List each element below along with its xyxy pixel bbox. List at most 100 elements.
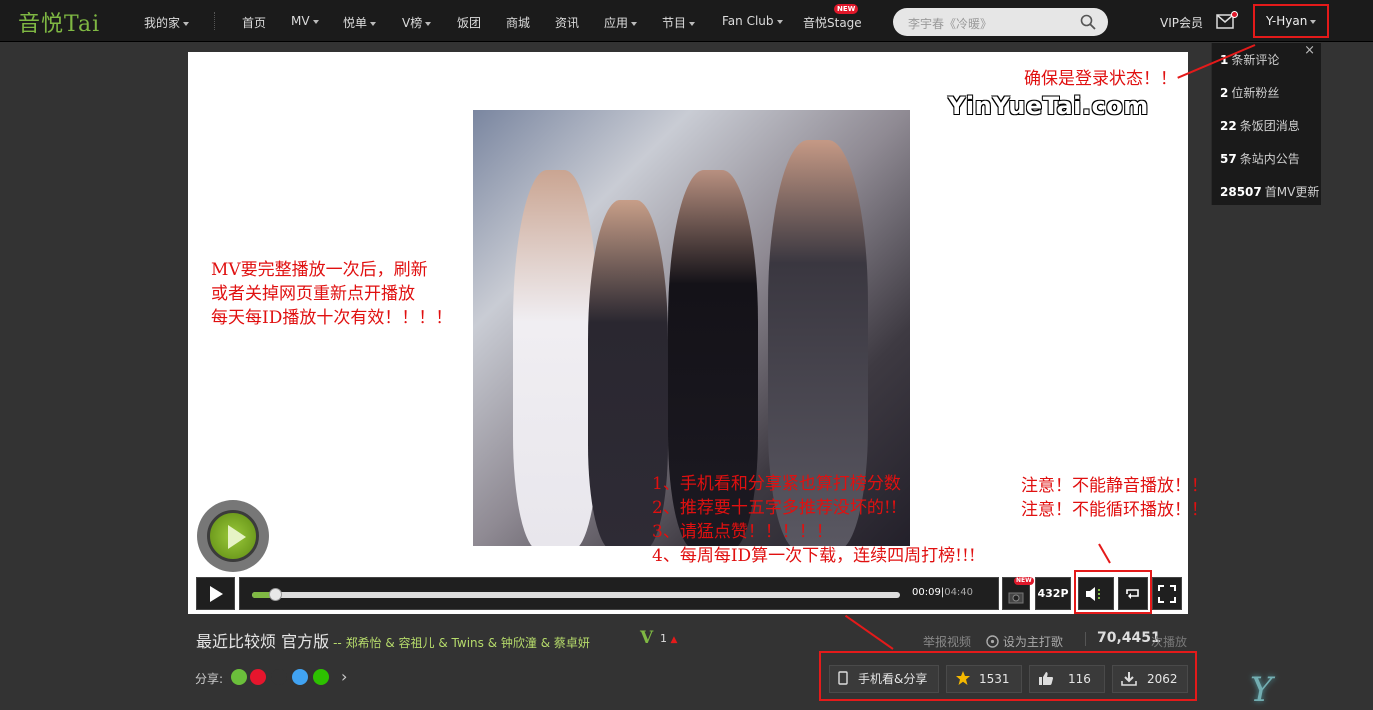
site-logo[interactable]: 音悦Tai	[18, 6, 100, 38]
favorite-count: 1531	[979, 672, 1010, 686]
download-button[interactable]: 2062	[1112, 665, 1188, 693]
time-display: 00:09|04:40	[912, 587, 974, 598]
nav-item-label: 首页	[242, 16, 267, 30]
search-input[interactable]: 李宇春《冷暖》	[893, 8, 1108, 36]
annotation-line: 4、每周每ID算一次下载，连续四周打榜!!!	[652, 546, 976, 566]
annotation-line: 或者关掉网页重新点开播放	[211, 284, 415, 304]
chevron-down-icon	[370, 21, 377, 26]
like-button[interactable]: 116	[1029, 665, 1105, 693]
share-qzone-icon[interactable]	[292, 669, 308, 685]
nav-item-label: 商城	[506, 16, 531, 30]
notification-text: 条站内公告	[1239, 152, 1300, 166]
nav-item-label: 音悦Stage	[803, 16, 862, 30]
share-miliao-icon[interactable]	[231, 669, 247, 685]
nav-item[interactable]: 应用	[604, 14, 638, 31]
play-icon	[228, 525, 246, 549]
star-icon	[956, 671, 970, 685]
chevron-down-icon	[312, 19, 319, 24]
nav-item[interactable]: V榜	[402, 14, 432, 31]
search-placeholder: 李宇春《冷暖》	[908, 17, 993, 31]
search-icon[interactable]	[1080, 14, 1096, 30]
v-rank-badge[interactable]: V	[640, 628, 653, 648]
report-video-link[interactable]: 举报视频	[923, 633, 971, 650]
nav-item[interactable]: 首页	[242, 14, 266, 31]
play-count-label: 次播放	[1151, 635, 1188, 649]
nav-item[interactable]: 商城	[506, 14, 530, 31]
share-more-button[interactable]: ›	[341, 667, 347, 686]
set-main-song-label: 设为主打歌	[1002, 635, 1063, 649]
notification-item[interactable]: 57 条站内公告	[1220, 150, 1300, 167]
nav-item[interactable]: Fan Club	[722, 14, 783, 28]
nav-my-home-label: 我的家	[144, 16, 181, 30]
vip-member-link[interactable]: VIP会员	[1160, 14, 1203, 31]
top-navigation-bar: 音悦Tai 我的家 首页 MV 悦单 V榜 饭团 商城 资讯 应用 节目 Fan Club 音悦St…	[0, 0, 1373, 42]
nav-item[interactable]: 悦单	[343, 14, 377, 31]
music-icon	[986, 635, 999, 648]
notification-item[interactable]: 22 条饭团消息	[1220, 117, 1300, 134]
progress-bar-container: 00:09|04:40	[239, 577, 999, 610]
nav-item-label: 饭团	[457, 16, 482, 30]
favorite-button[interactable]: 1531	[946, 665, 1022, 693]
notification-text: 条饭团消息	[1239, 119, 1300, 133]
fullscreen-icon	[1158, 585, 1176, 603]
progress-handle[interactable]	[269, 588, 282, 601]
divider	[1085, 632, 1086, 646]
current-time: 00:09	[912, 587, 941, 598]
annotation-warnings: 注意！不能静音播放！！ 注意！不能循环播放！！	[1021, 474, 1208, 522]
thumbs-up-icon	[1039, 672, 1053, 685]
close-icon[interactable]: ×	[1304, 43, 1315, 58]
mv-artists[interactable]: -- 郑希怡 & 容祖儿 & Twins & 钟欣潼 & 蔡卓妍	[333, 636, 590, 650]
mv-title-row: 最近比较烦 官方版 -- 郑希怡 & 容祖儿 & Twins & 钟欣潼 & 蔡卓…	[196, 628, 590, 652]
annotation-play-rules: MV要完整播放一次后，刷新 或者关掉网页重新点开播放 每天每ID播放十次有效！！…	[211, 258, 452, 330]
annotation-line: 每天每ID播放十次有效！！！！	[211, 308, 453, 328]
play-icon	[209, 586, 223, 602]
nav-item-label: 悦单	[343, 16, 368, 30]
notification-text: 位新粉丝	[1231, 86, 1280, 100]
notifications-dropdown: × 1 条新评论 2 位新粉丝 22 条饭团消息 57 条站内公告 28507 首MV更新	[1211, 43, 1321, 205]
nav-item[interactable]: 资讯	[555, 14, 579, 31]
share-qq-icon[interactable]	[271, 669, 287, 685]
notification-item[interactable]: 2 位新粉丝	[1220, 84, 1279, 101]
set-main-song-link[interactable]: 设为主打歌	[986, 633, 1063, 650]
nav-item-label: MV	[291, 14, 310, 28]
annotation-tips: 1、手机看和分享紧也算打榜分数 2、推荐要十五字多推荐没坏的!! 3、请猛点赞！…	[652, 472, 976, 568]
notification-text: 条新评论	[1231, 53, 1280, 67]
notification-text: 首MV更新	[1264, 185, 1320, 199]
progress-track[interactable]	[252, 588, 900, 601]
nav-item[interactable]: 音悦Stage	[803, 14, 862, 31]
arrow-up-icon: ▲	[670, 635, 678, 645]
chevron-down-icon	[183, 21, 190, 26]
annotation-line: MV要完整播放一次后，刷新	[211, 260, 428, 280]
nav-item[interactable]: 饭团	[457, 14, 481, 31]
notification-dot	[1231, 11, 1238, 18]
nav-item-label: V榜	[402, 16, 423, 30]
share-weibo-icon[interactable]	[250, 669, 266, 685]
nav-item-label: Fan Club	[722, 14, 774, 28]
fullscreen-button[interactable]	[1152, 577, 1182, 610]
rank-number: 1	[660, 632, 667, 645]
total-time: 04:40	[944, 587, 974, 598]
download-count: 2062	[1147, 672, 1178, 686]
annotation-arrow	[844, 614, 894, 650]
play-pause-button[interactable]	[196, 577, 235, 610]
username-label: Y-Hyan	[1266, 14, 1308, 28]
share-label: 分享:	[195, 672, 224, 686]
nav-item[interactable]: MV	[291, 14, 319, 28]
nav-item-label: 资讯	[555, 16, 580, 30]
notification-item[interactable]: 28507 首MV更新	[1220, 183, 1319, 200]
nav-my-home[interactable]: 我的家	[144, 14, 190, 31]
nav-item-label: 节目	[662, 16, 687, 30]
annotation-line: 2、推荐要十五字多推荐没坏的!!	[652, 498, 898, 518]
mobile-share-button[interactable]: 手机看&分享	[829, 665, 939, 693]
nav-divider	[214, 12, 215, 30]
like-count: 116	[1068, 672, 1091, 686]
camera-icon	[1008, 592, 1024, 604]
nav-item[interactable]: 节目	[662, 14, 696, 31]
quality-button[interactable]: 432P	[1035, 577, 1071, 610]
notification-item[interactable]: 1 条新评论	[1220, 51, 1279, 68]
user-menu-button[interactable]: Y-Hyan	[1253, 4, 1329, 38]
player-control-bar: 00:09|04:40 NEW 432P	[188, 574, 1188, 614]
big-play-button[interactable]	[197, 500, 269, 572]
share-wechat-icon[interactable]	[313, 669, 329, 685]
mv-title: 最近比较烦 官方版	[196, 632, 330, 651]
